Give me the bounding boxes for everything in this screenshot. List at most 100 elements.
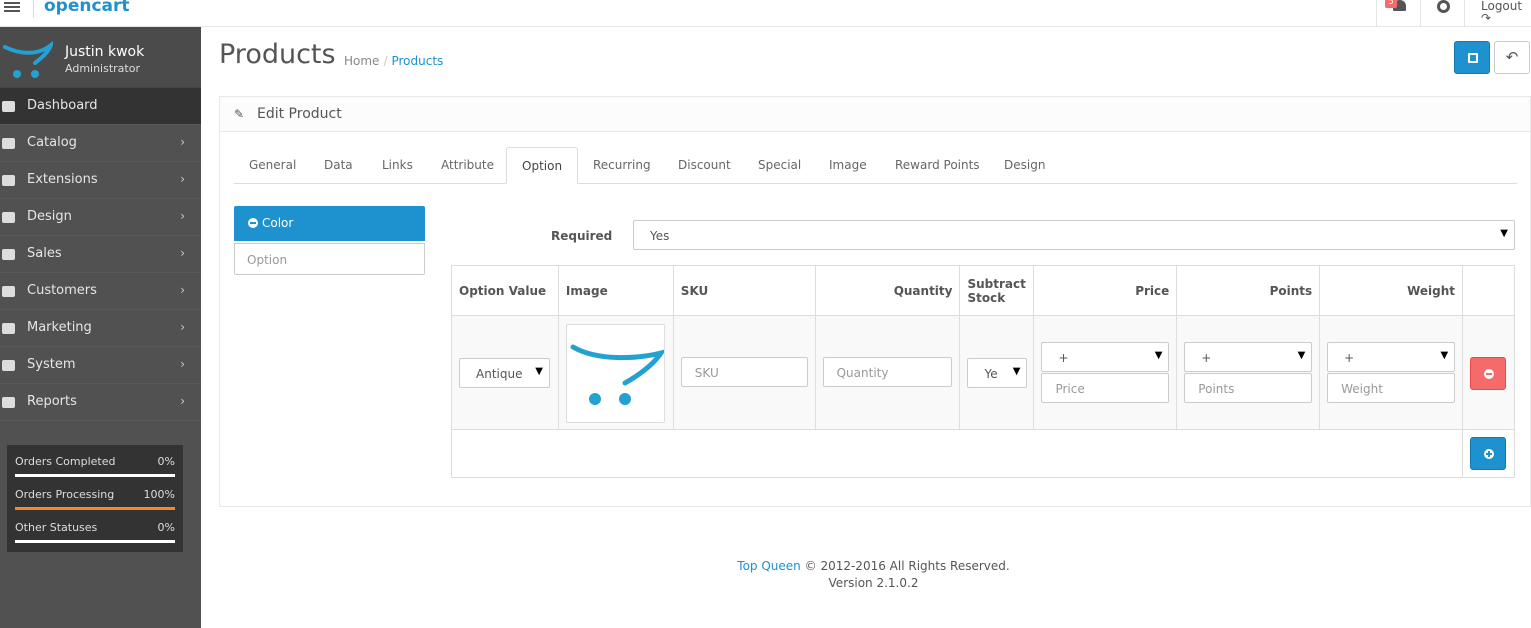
chevron-right-icon: › — [180, 172, 185, 186]
weight-prefix-select[interactable]: + ▼ — [1327, 341, 1456, 372]
tab-option[interactable]: Option — [506, 147, 579, 184]
minus-circle-icon — [1484, 368, 1494, 379]
tab-design[interactable]: Design — [989, 147, 1060, 184]
reply-icon: ↶ — [1505, 48, 1519, 66]
tab-special[interactable]: Special — [743, 147, 816, 184]
sidebar-item-extensions[interactable]: Extensions › — [0, 162, 201, 199]
sidebar-item-reports[interactable]: Reports › — [0, 384, 201, 421]
user-name: Justin kwok — [65, 44, 145, 60]
sidebar-item-customers[interactable]: Customers › — [0, 273, 201, 310]
option-value-select-value: Antique — [476, 366, 523, 381]
tab-reward-points[interactable]: Reward Points — [880, 147, 995, 184]
sidebar-item-label: Reports — [27, 394, 77, 409]
top-header: opencart 5 Logout ↷ — [0, 0, 1531, 27]
breadcrumb-home[interactable]: Home — [344, 54, 379, 68]
sidebar-item-design[interactable]: Design › — [0, 199, 201, 236]
user-profile[interactable]: Justin kwok Administrator — [0, 27, 201, 88]
tab-links[interactable]: Links — [367, 147, 428, 184]
life-ring-icon — [1437, 0, 1450, 13]
tags-icon — [2, 138, 15, 149]
price-prefix-select[interactable]: + ▼ — [1041, 341, 1170, 372]
pencil-icon: ✎ — [234, 107, 245, 121]
logout-link[interactable]: Logout ↷ — [1464, 0, 1531, 27]
caret-down-icon: ▼ — [1500, 228, 1508, 239]
page-title: Products — [219, 39, 336, 70]
add-option-value-button[interactable] — [1470, 436, 1506, 470]
option-search-input[interactable]: Option — [234, 243, 425, 275]
breadcrumb-products[interactable]: Products — [391, 54, 443, 68]
required-select-value: Yes — [650, 229, 670, 243]
save-button[interactable] — [1454, 41, 1490, 74]
col-weight: Weight — [1319, 265, 1463, 316]
logo[interactable]: opencart — [33, 0, 130, 18]
product-image-thumbnail[interactable] — [565, 323, 667, 423]
sidebar-item-dashboard[interactable]: Dashboard — [0, 88, 201, 125]
tab-bar: General Data Links Attribute Option Recu… — [234, 147, 1517, 184]
status-value: 100% — [143, 488, 175, 501]
sidebar-item-label: Design — [27, 209, 72, 224]
sidebar-item-catalog[interactable]: Catalog › — [0, 125, 201, 162]
notification-button[interactable]: 5 — [1376, 0, 1420, 27]
option-value-table: Option Value Image SKU Quantity Subtract… — [451, 265, 1515, 478]
tab-recurring[interactable]: Recurring — [578, 147, 666, 184]
price-placeholder: Price — [1055, 381, 1085, 396]
tab-general[interactable]: General — [234, 147, 311, 184]
price-input[interactable]: Price — [1041, 372, 1170, 403]
chevron-right-icon: › — [180, 357, 185, 371]
sign-out-icon: ↷ — [1481, 11, 1492, 25]
points-prefix-select[interactable]: + ▼ — [1184, 341, 1313, 372]
progress-fill — [15, 507, 175, 510]
sidebar-item-marketing[interactable]: Marketing › — [0, 310, 201, 347]
sku-placeholder: SKU — [694, 365, 719, 380]
minus-circle-icon[interactable] — [248, 218, 258, 228]
cog-icon — [2, 360, 15, 371]
chevron-right-icon: › — [180, 394, 185, 408]
footer-version: Version 2.1.0.2 — [828, 576, 919, 590]
help-button[interactable] — [1420, 0, 1464, 27]
bar-chart-icon — [2, 397, 15, 408]
option-value-select[interactable]: Antique ▼ — [459, 357, 550, 388]
status-other: Other Statuses 0% — [15, 521, 175, 544]
order-status-box: Orders Completed 0% Orders Processing 10… — [7, 445, 183, 552]
status-label: Orders Processing — [15, 488, 115, 501]
points-placeholder: Points — [1198, 381, 1235, 396]
weight-input[interactable]: Weight — [1327, 372, 1456, 403]
menu-toggle-icon[interactable] — [4, 0, 20, 14]
subtract-stock-select[interactable]: Ye ▼ — [967, 357, 1028, 388]
sidebar-item-label: Marketing — [27, 320, 92, 335]
share-icon — [2, 323, 15, 334]
col-sku: SKU — [672, 265, 816, 316]
cart-logo-icon — [3, 41, 53, 78]
chevron-right-icon: › — [180, 209, 185, 223]
price-prefix-value: + — [1058, 350, 1069, 365]
sidebar-item-label: Catalog — [27, 135, 77, 150]
tab-data[interactable]: Data — [309, 147, 368, 184]
weight-placeholder: Weight — [1341, 381, 1383, 396]
tab-attribute[interactable]: Attribute — [426, 147, 509, 184]
status-label: Other Statuses — [15, 521, 98, 534]
required-label: Required — [551, 229, 613, 243]
tab-discount[interactable]: Discount — [663, 147, 746, 184]
footer-brand-link[interactable]: Top Queen — [737, 559, 801, 573]
col-quantity: Quantity — [814, 265, 961, 316]
tab-image[interactable]: Image — [814, 147, 882, 184]
remove-option-value-button[interactable] — [1470, 356, 1506, 390]
caret-down-icon: ▼ — [535, 365, 543, 377]
progress-bar — [15, 474, 175, 477]
required-select[interactable]: Yes ▼ — [633, 220, 1515, 250]
back-button[interactable]: ↶ — [1494, 41, 1530, 74]
save-icon — [1468, 53, 1478, 63]
breadcrumb: Home / Products — [344, 54, 443, 68]
points-input[interactable]: Points — [1184, 372, 1313, 403]
user-icon — [2, 286, 15, 297]
quantity-input[interactable]: Quantity — [822, 356, 952, 387]
breadcrumb-separator: / — [383, 54, 388, 68]
sidebar-item-system[interactable]: System › — [0, 347, 201, 384]
sidebar-item-label: Customers — [27, 283, 97, 298]
sku-input[interactable]: SKU — [680, 356, 808, 387]
status-orders-completed: Orders Completed 0% — [15, 455, 175, 478]
option-item-color[interactable]: Color — [234, 206, 425, 241]
sidebar-item-sales[interactable]: Sales › — [0, 236, 201, 273]
weight-prefix-value: + — [1344, 350, 1355, 365]
panel-title: Edit Product — [257, 106, 342, 122]
